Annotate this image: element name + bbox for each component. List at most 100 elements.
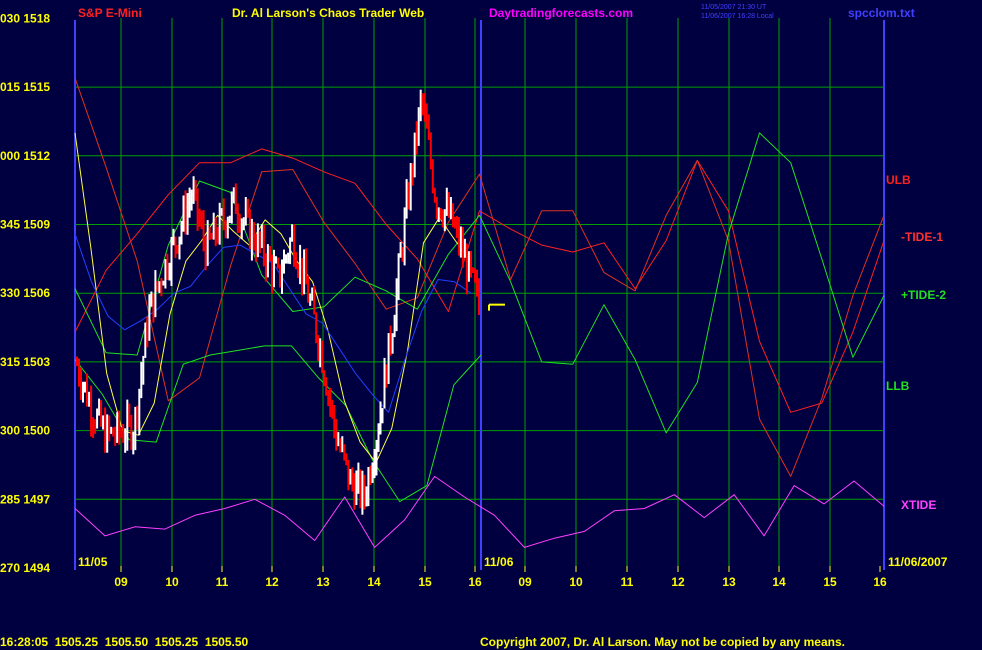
price-bar [236, 203, 239, 233]
price-bar [170, 237, 173, 286]
y-tick-label: 330 1506 [0, 286, 50, 300]
price-bar [359, 469, 362, 509]
price-bar [413, 132, 416, 178]
price-bar [76, 356, 78, 367]
x-tick-label: 14 [367, 575, 381, 589]
price-bar [138, 388, 141, 436]
price-bar [258, 231, 261, 254]
footer-copyright: Copyright 2007, Dr. Al Larson. May not b… [480, 635, 845, 649]
price-bar [244, 197, 247, 226]
time-line-1: 11/05/2007 21:30 UT [701, 4, 767, 11]
price-bar [377, 423, 380, 452]
x-tick-label: 11 [216, 575, 229, 589]
price-oscillator-chart: 030 1518 015 1515 000 1512 345 1509 330 1506… [0, 0, 982, 650]
y-tick-label: 270 1494 [0, 561, 50, 575]
x-tick-label: 10 [165, 575, 179, 589]
price-bar [126, 399, 129, 451]
price-bar [391, 333, 394, 354]
price-bar [260, 224, 263, 249]
price-bar [295, 252, 298, 270]
price-bar [206, 220, 209, 266]
price-bar [349, 469, 352, 485]
price-bar [371, 462, 374, 483]
file-label: spcclom.txt [848, 6, 915, 20]
price-bar [429, 132, 432, 170]
price-bar [313, 286, 316, 315]
x-tick-label: 13 [722, 575, 736, 589]
price-bar [443, 209, 446, 232]
price-bar [275, 256, 277, 264]
y-tick-label: 285 1497 [0, 492, 50, 506]
price-bar [136, 405, 139, 430]
price-bar [130, 415, 133, 450]
price-bar [110, 426, 113, 434]
price-bar [321, 340, 324, 374]
price-bar [401, 247, 404, 262]
price-bar [445, 187, 448, 216]
price-bar [435, 196, 438, 220]
price-bar [196, 188, 199, 231]
price-bar [168, 262, 171, 281]
price-bar [198, 208, 201, 227]
price-bar [269, 246, 271, 262]
x-tick-label: 15 [418, 575, 432, 589]
price-bar [365, 486, 368, 507]
price-bar [407, 182, 410, 210]
date-label-right: 11/06/2007 [888, 555, 948, 569]
price-bar [120, 427, 123, 438]
price-bar [254, 233, 257, 262]
price-bar [470, 251, 472, 278]
price-bar [467, 251, 470, 282]
price-bar [379, 401, 382, 435]
price-bar [122, 423, 125, 443]
price-bar [341, 436, 344, 453]
series-label-xtide: XTIDE [901, 498, 936, 512]
date-label-day2: 11/06 [484, 555, 514, 569]
price-bar [427, 114, 430, 140]
price-bar [311, 287, 314, 301]
price-bar [345, 453, 348, 466]
price-bar [222, 198, 225, 231]
price-bar [82, 381, 84, 403]
price-bar [307, 275, 310, 303]
price-bar [431, 159, 434, 194]
x-tick-label: 09 [114, 575, 128, 589]
price-bar [174, 236, 177, 259]
price-bar [242, 217, 245, 231]
price-bar [357, 462, 360, 494]
price-bar [417, 107, 420, 146]
price-bar [289, 237, 292, 265]
price-bar [355, 470, 358, 505]
price-bar [224, 220, 227, 239]
price-bar [291, 224, 294, 242]
price-bar [118, 410, 121, 445]
site-link[interactable]: Daytradingforecasts.com [489, 6, 633, 20]
series-label--tide-2: +TIDE-2 [901, 288, 946, 302]
price-bar [128, 403, 131, 428]
date-label-day1: 11/05 [78, 555, 108, 569]
price-bar [202, 210, 205, 252]
price-bar [218, 202, 221, 245]
price-bar [472, 267, 474, 273]
price-bar [437, 207, 440, 222]
price-bar [158, 281, 161, 293]
price-bar [301, 258, 304, 296]
price-bar [100, 400, 103, 427]
price-bar [142, 355, 145, 385]
price-bar [271, 254, 273, 294]
price-bar [409, 163, 412, 211]
price-bar [106, 414, 109, 453]
x-tick-label: 12 [671, 575, 685, 589]
y-tick-label: 300 1500 [0, 424, 50, 438]
price-bar [419, 89, 422, 122]
price-bar [361, 470, 364, 515]
price-bar [303, 249, 306, 295]
price-bar [248, 209, 251, 250]
price-bar [353, 473, 356, 510]
price-bar [363, 474, 366, 510]
price-bar [84, 381, 86, 393]
price-bar [327, 390, 330, 407]
y-tick-label: 345 1509 [0, 218, 50, 232]
y-tick-label: 030 1518 [0, 11, 50, 25]
price-bar [192, 176, 195, 204]
